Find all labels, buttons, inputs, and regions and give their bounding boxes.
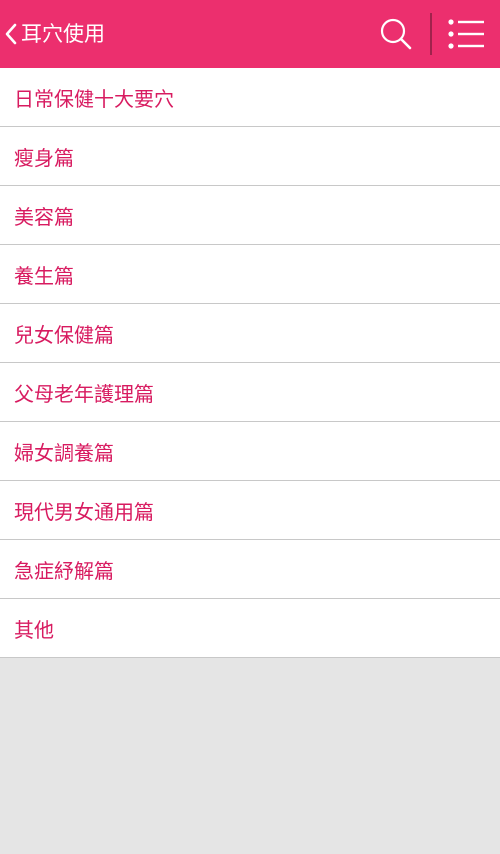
- chevron-left-icon: [4, 23, 18, 45]
- list-item-label: 日常保健十大要穴: [14, 86, 174, 111]
- list-item-beauty[interactable]: 美容篇: [0, 186, 500, 245]
- list-item-label: 養生篇: [14, 263, 74, 288]
- list-item-label: 急症紓解篇: [14, 558, 114, 583]
- back-button[interactable]: 耳穴使用: [4, 16, 105, 52]
- list-item-label: 婦女調養篇: [14, 440, 114, 465]
- menu-button[interactable]: [444, 14, 488, 54]
- list-item-children[interactable]: 兒女保健篇: [0, 304, 500, 363]
- category-list: 日常保健十大要穴 瘦身篇 美容篇 養生篇 兒女保健篇 父母老年護理篇 婦女調養篇…: [0, 68, 500, 658]
- list-menu-icon: [444, 19, 488, 58]
- list-item-general[interactable]: 現代男女通用篇: [0, 481, 500, 540]
- page-title: 耳穴使用: [21, 22, 105, 46]
- list-item-health[interactable]: 養生篇: [0, 245, 500, 304]
- list-item-label: 瘦身篇: [14, 145, 74, 170]
- list-item-other[interactable]: 其他: [0, 599, 500, 658]
- list-item-women[interactable]: 婦女調養篇: [0, 422, 500, 481]
- list-item-elderly[interactable]: 父母老年護理篇: [0, 363, 500, 422]
- search-icon: [376, 18, 416, 58]
- list-item-label: 現代男女通用篇: [14, 499, 154, 524]
- list-item-label: 兒女保健篇: [14, 322, 114, 347]
- list-item-label: 父母老年護理篇: [14, 381, 154, 406]
- app-header: 耳穴使用: [0, 0, 500, 68]
- list-item-emergency[interactable]: 急症紓解篇: [0, 540, 500, 599]
- list-item-slimming[interactable]: 瘦身篇: [0, 127, 500, 186]
- list-item-label: 美容篇: [14, 204, 74, 229]
- list-item-daily-care[interactable]: 日常保健十大要穴: [0, 68, 500, 127]
- list-item-label: 其他: [14, 617, 54, 642]
- header-divider: [430, 13, 432, 55]
- search-button[interactable]: [376, 14, 416, 54]
